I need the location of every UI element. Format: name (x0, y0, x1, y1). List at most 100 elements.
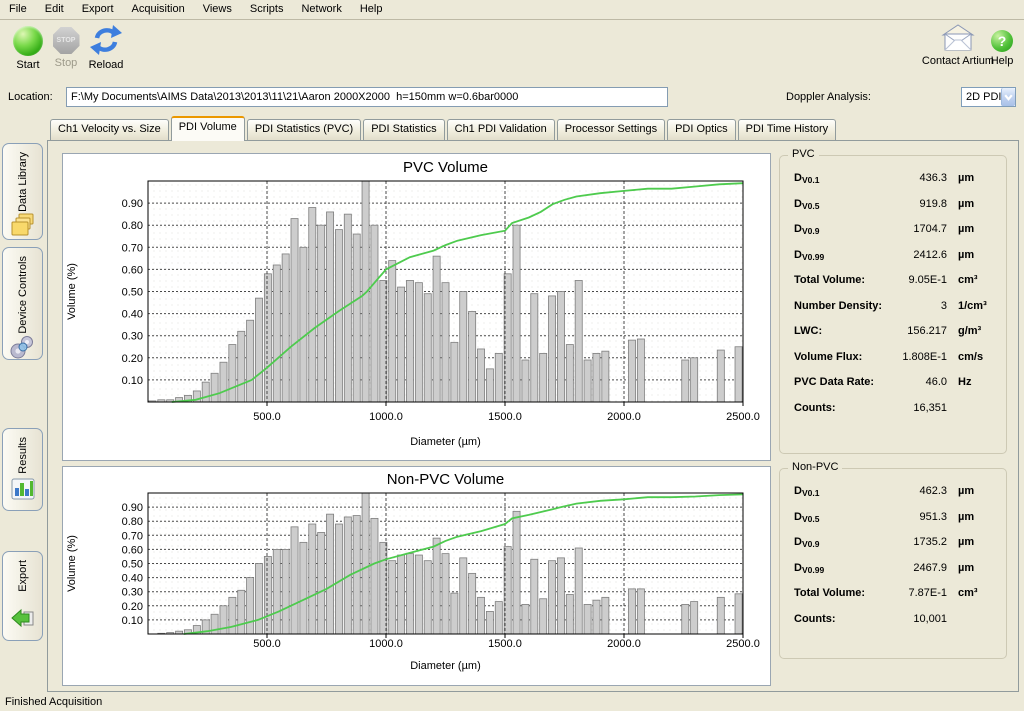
stat-row-dv0-9: DV0.91704.7µm (794, 223, 998, 249)
tab-strip: Ch1 Velocity vs. SizePDI VolumePDI Stati… (47, 114, 1019, 140)
svg-text:Diameter (µm): Diameter (µm) (410, 436, 481, 448)
svg-text:0.60: 0.60 (122, 544, 143, 556)
stop-button-label: Stop (46, 57, 86, 69)
svg-text:0.80: 0.80 (122, 220, 143, 232)
svg-text:0.90: 0.90 (122, 502, 143, 514)
stat-label: LWC: (794, 325, 822, 337)
non-pvc-stats-panel: Non-PVC DV0.1462.3µmDV0.5951.3µmDV0.9173… (779, 468, 1007, 659)
stat-unit: cm³ (958, 587, 998, 599)
tab-pdi-volume[interactable]: PDI Volume (171, 116, 245, 141)
svg-text:PVC Volume: PVC Volume (403, 159, 488, 176)
app-window: FileEditExportAcquisitionViewsScriptsNet… (0, 0, 1024, 711)
tab-ch1-velocity-vs-size[interactable]: Ch1 Velocity vs. Size (50, 119, 169, 140)
stat-row-total-volume: Total Volume:9.05E-1cm³ (794, 274, 998, 300)
tab-pdi-optics[interactable]: PDI Optics (667, 119, 736, 140)
svg-text:0.20: 0.20 (122, 353, 143, 365)
pvc-stats-panel: PVC DV0.1436.3µmDV0.5919.8µmDV0.91704.7µ… (779, 155, 1007, 454)
tab-processor-settings[interactable]: Processor Settings (557, 119, 665, 140)
svg-text:0.10: 0.10 (122, 375, 143, 387)
stat-unit: µm (958, 249, 998, 261)
stat-row-lwc: LWC:156.217g/m³ (794, 325, 998, 351)
doppler-analysis-select[interactable]: 2D PDI (961, 87, 1016, 107)
sidebar-item-label: Device Controls (17, 256, 29, 334)
help-button[interactable]: ? Help (980, 24, 1024, 67)
stat-label-subscript: V0.99 (802, 252, 824, 262)
sidebar-item-export[interactable]: Export (2, 551, 43, 641)
stat-label: Volume Flux: (794, 351, 862, 363)
stat-label: Counts: (794, 613, 836, 625)
svg-text:0.50: 0.50 (122, 559, 143, 571)
toolbar: Start STOP Stop Reload (0, 20, 1024, 82)
svg-text:1500.0: 1500.0 (488, 638, 522, 650)
bar-chart-icon (10, 476, 36, 505)
stat-label: DV0.9 (794, 223, 819, 235)
menu-file[interactable]: File (0, 1, 36, 18)
stat-row-dv0-1: DV0.1462.3µm (794, 485, 998, 511)
doppler-analysis-value: 2D PDI (962, 88, 1001, 106)
svg-text:0.30: 0.30 (122, 587, 143, 599)
svg-text:0.90: 0.90 (122, 198, 143, 210)
menu-export[interactable]: Export (73, 1, 123, 18)
stat-unit: µm (958, 223, 998, 235)
stat-value: 919.8 (885, 198, 947, 210)
location-input[interactable] (66, 87, 668, 107)
stat-value: 462.3 (885, 485, 947, 497)
stat-label-subscript: V0.1 (802, 488, 820, 498)
stat-unit: cm³ (958, 274, 998, 286)
stat-value: 436.3 (885, 172, 947, 184)
help-button-label: Help (980, 55, 1024, 67)
stat-unit: µm (958, 536, 998, 548)
stat-value: 7.87E-1 (885, 587, 947, 599)
stat-label-subscript: V0.1 (802, 175, 820, 185)
svg-text:0.30: 0.30 (122, 331, 143, 343)
stat-label: Total Volume: (794, 274, 865, 286)
stat-row-dv0-1: DV0.1436.3µm (794, 172, 998, 198)
location-label: Location: (8, 91, 53, 103)
main-panel: Ch1 Velocity vs. SizePDI VolumePDI Stati… (47, 112, 1019, 692)
tab-pdi-statistics[interactable]: PDI Statistics (363, 119, 444, 140)
start-button[interactable]: Start (6, 24, 50, 71)
stat-label-subscript: V0.5 (802, 514, 820, 524)
svg-text:2500.0: 2500.0 (726, 411, 760, 423)
stat-label: DV0.1 (794, 172, 819, 184)
stat-value: 951.3 (885, 511, 947, 523)
svg-text:0.20: 0.20 (122, 601, 143, 613)
stat-label-subscript: V0.99 (802, 565, 824, 575)
stat-row-dv0-9: DV0.91735.2µm (794, 536, 998, 562)
start-icon (13, 26, 43, 56)
sidebar-item-results[interactable]: Results (2, 428, 43, 511)
menubar: FileEditExportAcquisitionViewsScriptsNet… (0, 0, 1024, 20)
stat-row-counts: Counts:16,351 (794, 402, 998, 428)
stop-button[interactable]: STOP Stop (46, 24, 86, 69)
stat-label: Number Density: (794, 300, 882, 312)
tab-ch1-pdi-validation[interactable]: Ch1 PDI Validation (447, 119, 555, 140)
tab-pdi-time-history[interactable]: PDI Time History (738, 119, 837, 140)
reload-button[interactable]: Reload (84, 24, 128, 71)
menu-acquisition[interactable]: Acquisition (123, 1, 194, 18)
sidebar-item-data-library[interactable]: Data Library (2, 143, 43, 240)
stat-value: 46.0 (885, 376, 947, 388)
menu-network[interactable]: Network (292, 1, 350, 18)
stat-unit: µm (958, 511, 998, 523)
svg-text:Volume (%): Volume (%) (66, 535, 78, 592)
start-button-label: Start (6, 59, 50, 71)
stat-unit: g/m³ (958, 325, 998, 337)
non-pvc-volume-chart: Non-PVC VolumeDiameter (µm)Volume (%)0.1… (62, 466, 771, 686)
svg-text:Non-PVC Volume: Non-PVC Volume (387, 471, 505, 488)
non-pvc-stats-panel-title: Non-PVC (788, 461, 842, 473)
tab-pdi-statistics-pvc[interactable]: PDI Statistics (PVC) (247, 119, 361, 140)
menu-help[interactable]: Help (351, 1, 392, 18)
stat-label: PVC Data Rate: (794, 376, 874, 388)
chevron-down-icon[interactable] (1001, 88, 1015, 106)
doppler-analysis-label: Doppler Analysis: (786, 91, 871, 103)
stat-value: 2467.9 (885, 562, 947, 574)
reload-button-label: Reload (84, 59, 128, 71)
stat-label: DV0.99 (794, 249, 824, 261)
menu-scripts[interactable]: Scripts (241, 1, 293, 18)
menu-edit[interactable]: Edit (36, 1, 73, 18)
svg-text:Diameter (µm): Diameter (µm) (410, 660, 481, 672)
sidebar-item-device-controls[interactable]: Device Controls (2, 247, 43, 360)
menu-views[interactable]: Views (194, 1, 241, 18)
stat-label-subscript: V0.9 (802, 539, 820, 549)
svg-text:2000.0: 2000.0 (607, 638, 641, 650)
